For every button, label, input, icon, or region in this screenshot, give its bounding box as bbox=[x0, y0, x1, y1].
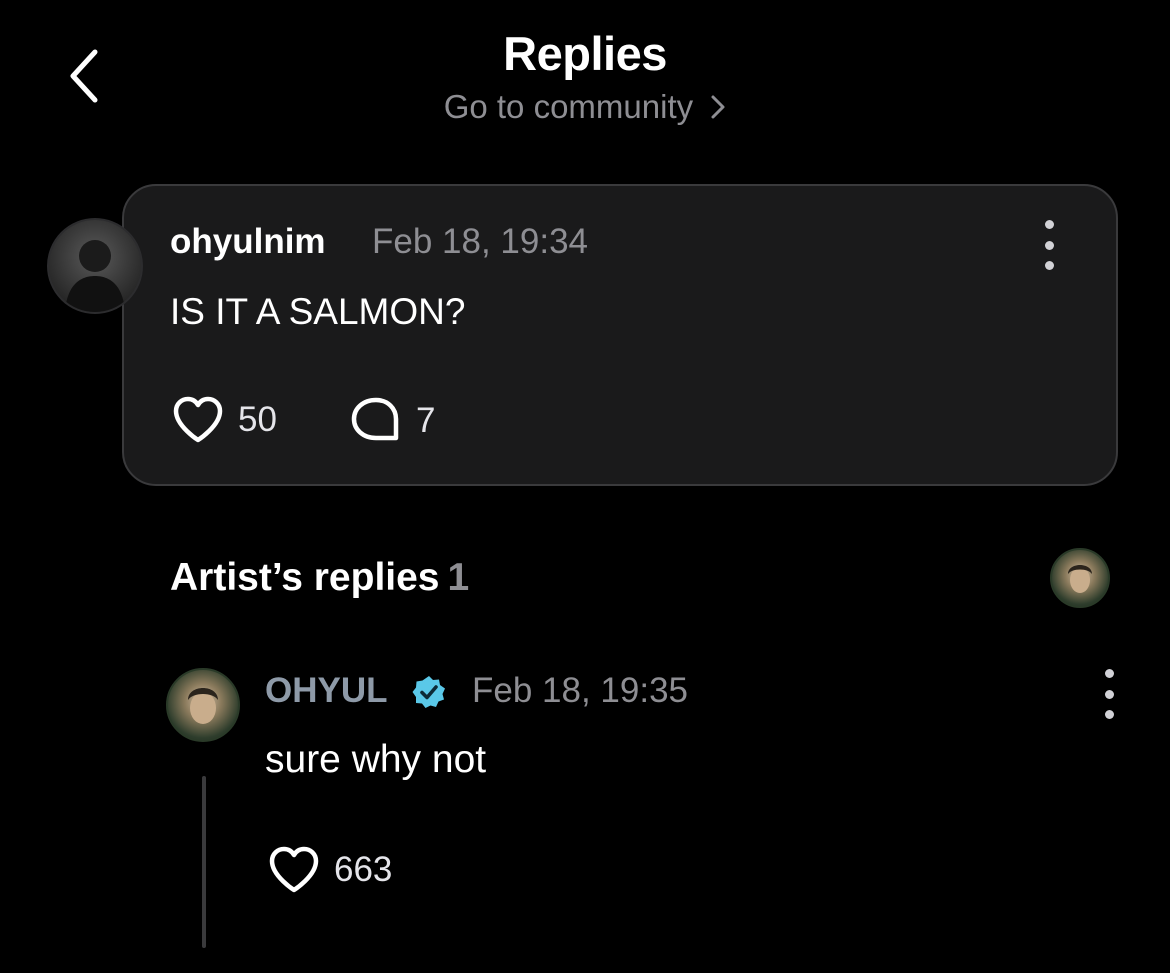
chevron-right-icon bbox=[711, 95, 725, 119]
person-silhouette-icon bbox=[65, 240, 125, 312]
reply-text: sure why not bbox=[265, 738, 487, 781]
reply-like-button[interactable]: 663 bbox=[268, 846, 392, 894]
comment-bubble-icon bbox=[351, 397, 399, 441]
more-dots-icon bbox=[1104, 669, 1114, 678]
heart-icon bbox=[173, 396, 223, 443]
artist-face-icon bbox=[188, 688, 218, 724]
reply-like-count: 663 bbox=[334, 850, 393, 889]
go-to-community-link[interactable]: Go to community bbox=[0, 88, 1170, 126]
more-dot bbox=[1044, 240, 1054, 250]
post-comment-count: 7 bbox=[416, 401, 436, 440]
post-timestamp: Feb 18, 19:34 bbox=[372, 222, 588, 261]
artist-face-icon bbox=[1068, 565, 1092, 593]
more-dot bbox=[1044, 261, 1054, 270]
more-dot bbox=[1104, 710, 1114, 719]
page-title: Replies bbox=[503, 27, 667, 80]
post-comment-button[interactable]: 7 bbox=[350, 396, 435, 446]
artist-replies-count: 1 bbox=[447, 556, 470, 599]
post-author-avatar[interactable] bbox=[47, 218, 143, 314]
artist-replies-title: Artist’s replies bbox=[170, 556, 440, 599]
more-dots-icon bbox=[1044, 220, 1054, 229]
artist-avatar[interactable] bbox=[1050, 548, 1110, 608]
reply-more-options-button[interactable] bbox=[1094, 669, 1124, 719]
post-author-name[interactable]: ohyulnim bbox=[170, 222, 326, 262]
reply-author-name[interactable]: OHYUL bbox=[265, 671, 388, 711]
post-like-count: 50 bbox=[238, 400, 277, 439]
post-like-button[interactable]: 50 bbox=[172, 396, 277, 444]
heart-icon bbox=[269, 846, 319, 893]
artist-replies-heading: Artist’s replies 1 bbox=[170, 556, 469, 600]
thread-line bbox=[202, 776, 206, 948]
post-more-options-button[interactable] bbox=[1034, 220, 1064, 270]
reply-timestamp: Feb 18, 19:35 bbox=[472, 671, 688, 710]
community-link-label: Go to community bbox=[443, 88, 694, 125]
post-text: IS IT A SALMON? bbox=[170, 291, 466, 332]
more-dot bbox=[1104, 689, 1114, 699]
reply-author-avatar[interactable] bbox=[166, 668, 240, 742]
verified-badge-icon bbox=[412, 675, 446, 709]
